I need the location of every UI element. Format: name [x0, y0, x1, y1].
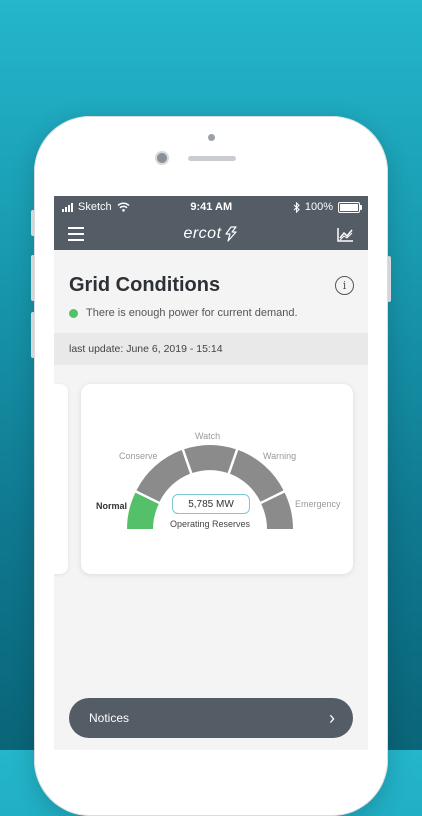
status-time: 9:41 AM: [190, 201, 233, 213]
main-content: Grid Conditions i There is enough power …: [54, 250, 368, 365]
gauge-card[interactable]: Normal Conserve Watch Warning Emergency …: [81, 384, 353, 574]
carrier-label: Sketch: [78, 201, 112, 213]
previous-card[interactable]: [54, 384, 68, 574]
status-bar: Sketch 9:41 AM 100%: [54, 196, 368, 218]
bluetooth-icon: [293, 201, 300, 213]
reserves-gauge: [127, 445, 293, 529]
proximity-sensor: [208, 134, 215, 141]
reserves-value: 5,785 MW: [188, 498, 234, 510]
wifi-icon: [117, 202, 130, 212]
logo-text: ercot: [183, 225, 222, 242]
page-title: Grid Conditions: [69, 274, 221, 296]
menu-icon[interactable]: [68, 227, 84, 241]
lightning-bolt-icon: [224, 226, 237, 242]
gauge-label-watch: Watch: [195, 431, 221, 441]
chevron-right-icon: ›: [329, 708, 335, 728]
reserves-caption: Operating Reserves: [169, 519, 251, 529]
last-update-bar: last update: June 6, 2019 - 15:14: [54, 333, 368, 365]
gauge-label-warning: Warning: [263, 451, 297, 461]
gauge-label-conserve: Conserve: [119, 451, 158, 461]
signal-icon: [62, 202, 73, 212]
info-icon[interactable]: i: [335, 276, 354, 295]
status-message: There is enough power for current demand…: [86, 307, 298, 319]
earpiece-speaker: [188, 156, 236, 161]
notices-button[interactable]: Notices ›: [69, 698, 353, 738]
grid-status: There is enough power for current demand…: [54, 297, 368, 319]
last-update-text: last update: June 6, 2019 - 15:14: [69, 343, 223, 355]
battery-percent: 100%: [304, 201, 333, 213]
gauge-segment-watch: [184, 445, 236, 473]
app-screen: Sketch 9:41 AM 100% ercot Grid Condition…: [54, 196, 368, 750]
notices-label: Notices: [89, 711, 130, 725]
gauge-label-emergency: Emergency: [295, 499, 341, 509]
battery-icon: [338, 201, 362, 213]
reserves-value-box: 5,785 MW: [172, 494, 250, 514]
status-indicator-dot: [69, 308, 78, 318]
chart-icon[interactable]: [337, 227, 354, 242]
front-camera: [157, 153, 167, 163]
ercot-logo: ercot: [183, 225, 237, 243]
app-bar: ercot: [54, 218, 368, 250]
gauge-label-normal: Normal: [96, 501, 128, 511]
